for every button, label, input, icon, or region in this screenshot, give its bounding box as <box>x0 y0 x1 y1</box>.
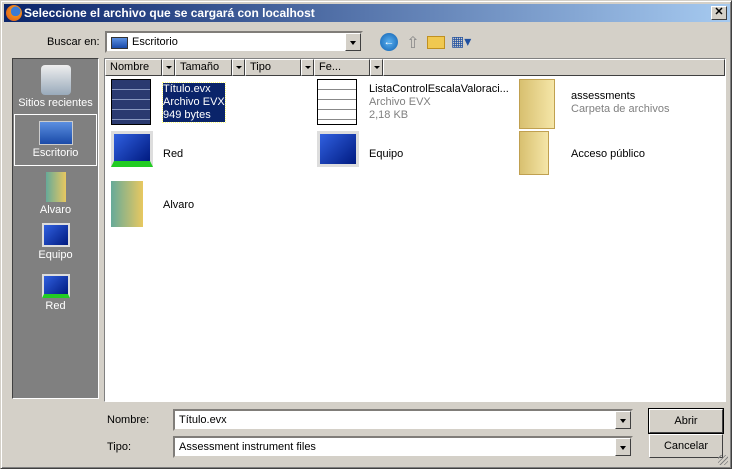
title-bar: Seleccione el archivo que se cargará con… <box>4 4 730 22</box>
computer-icon <box>317 131 359 167</box>
sidebar-item-label: Equipo <box>38 249 73 261</box>
file-item[interactable]: ListaControlEscalaValoraci... Archivo EVX… <box>317 79 527 125</box>
column-header-date[interactable]: Fe... <box>314 59 370 76</box>
look-in-value: Escritorio <box>132 36 178 48</box>
file-type: Archivo EVX <box>163 96 225 108</box>
evx-file-icon <box>111 79 151 125</box>
folder-item[interactable]: Acceso público <box>519 131 719 177</box>
look-in-combo[interactable]: Escritorio <box>105 31 363 53</box>
recent-places-icon <box>40 65 71 95</box>
back-icon[interactable]: ← <box>380 33 398 51</box>
sidebar-item-network[interactable]: Red <box>14 270 97 320</box>
sidebar-item-label: Red <box>45 300 66 312</box>
user-folder-icon <box>45 172 66 202</box>
look-in-dropdown-button[interactable] <box>345 33 361 51</box>
cancel-button[interactable]: Cancelar <box>649 434 723 458</box>
folder-icon <box>519 131 549 175</box>
sidebar-item-label: Sitios recientes <box>18 97 93 109</box>
sidebar-item-user[interactable]: Alvaro <box>14 168 97 218</box>
up-folder-icon[interactable]: ⇧ <box>404 33 422 52</box>
sidebar-item-computer[interactable]: Equipo <box>14 219 97 269</box>
network-icon <box>41 274 70 298</box>
file-name: Título.evx <box>163 83 211 95</box>
column-size-dropdown[interactable] <box>232 59 245 76</box>
file-name: Alvaro <box>163 199 195 211</box>
look-in-label: Buscar en: <box>47 36 100 48</box>
filename-value: Título.evx <box>179 414 227 426</box>
file-size: 2,18 KB <box>369 109 409 121</box>
folder-label: assessments Carpeta de archivos <box>571 90 669 116</box>
sidebar-item-label: Escritorio <box>32 147 79 159</box>
desktop-icon <box>111 37 128 49</box>
desktop-icon <box>38 121 73 145</box>
file-type: Carpeta de archivos <box>571 103 670 115</box>
user-folder-item[interactable]: Alvaro <box>111 181 311 227</box>
close-button[interactable]: ✕ <box>711 6 727 20</box>
file-name: ListaControlEscalaValoraci... <box>369 83 509 95</box>
view-menu-icon[interactable]: ▦▾ <box>451 33 473 51</box>
resize-grip[interactable] <box>718 455 728 465</box>
file-size: 949 bytes <box>163 109 211 121</box>
computer-item[interactable]: Equipo <box>317 131 517 177</box>
sidebar-item-recent[interactable]: Sitios recientes <box>14 61 97 113</box>
file-list[interactable]: Nombre Tamaño Tipo Fe... Título.evx Archi… <box>104 58 726 402</box>
column-header-filler <box>383 59 725 76</box>
file-label: Título.evx Archivo EVX 949 bytes <box>162 82 226 123</box>
file-type: Archivo EVX <box>369 96 431 108</box>
folder-item[interactable]: assessments Carpeta de archivos <box>519 79 719 129</box>
places-bar: Sitios recientes Escritorio Alvaro Equip… <box>12 58 99 399</box>
dialog-title: Seleccione el archivo que se cargará con… <box>24 6 315 20</box>
filename-label: Nombre: <box>107 414 150 426</box>
file-name: Equipo <box>369 148 404 160</box>
filetype-dropdown-button[interactable] <box>615 438 631 456</box>
user-folder-icon <box>111 181 143 227</box>
filename-dropdown-button[interactable] <box>615 411 631 429</box>
open-button[interactable]: Abrir <box>648 408 724 434</box>
firefox-icon <box>6 5 22 21</box>
column-type-dropdown[interactable] <box>301 59 314 76</box>
file-label: ListaControlEscalaValoraci... Archivo EVX… <box>369 83 509 122</box>
filetype-label: Tipo: <box>107 441 132 453</box>
filetype-select[interactable]: Assessment instrument files <box>173 436 633 458</box>
network-item[interactable]: Red <box>111 131 311 177</box>
computer-icon <box>41 223 70 247</box>
filename-input[interactable]: Título.evx <box>173 409 633 431</box>
sidebar-item-desktop[interactable]: Escritorio <box>14 114 97 166</box>
file-open-dialog: Seleccione el archivo que se cargará con… <box>0 0 732 469</box>
column-date-dropdown[interactable] <box>370 59 383 76</box>
file-name: Red <box>163 148 184 160</box>
column-header-size[interactable]: Tamaño <box>175 59 232 76</box>
column-header-type[interactable]: Tipo <box>245 59 301 76</box>
folder-icon <box>519 79 555 129</box>
column-name-dropdown[interactable] <box>162 59 175 76</box>
filetype-value: Assessment instrument files <box>179 441 316 453</box>
network-icon <box>111 131 153 167</box>
column-header-name[interactable]: Nombre <box>105 59 162 76</box>
file-name: assessments <box>571 90 636 102</box>
new-folder-icon[interactable] <box>427 36 445 49</box>
file-name: Acceso público <box>571 148 645 160</box>
evx-file-icon <box>317 79 357 125</box>
sidebar-item-label: Alvaro <box>39 204 72 216</box>
file-item[interactable]: Título.evx Archivo EVX 949 bytes <box>111 79 311 125</box>
